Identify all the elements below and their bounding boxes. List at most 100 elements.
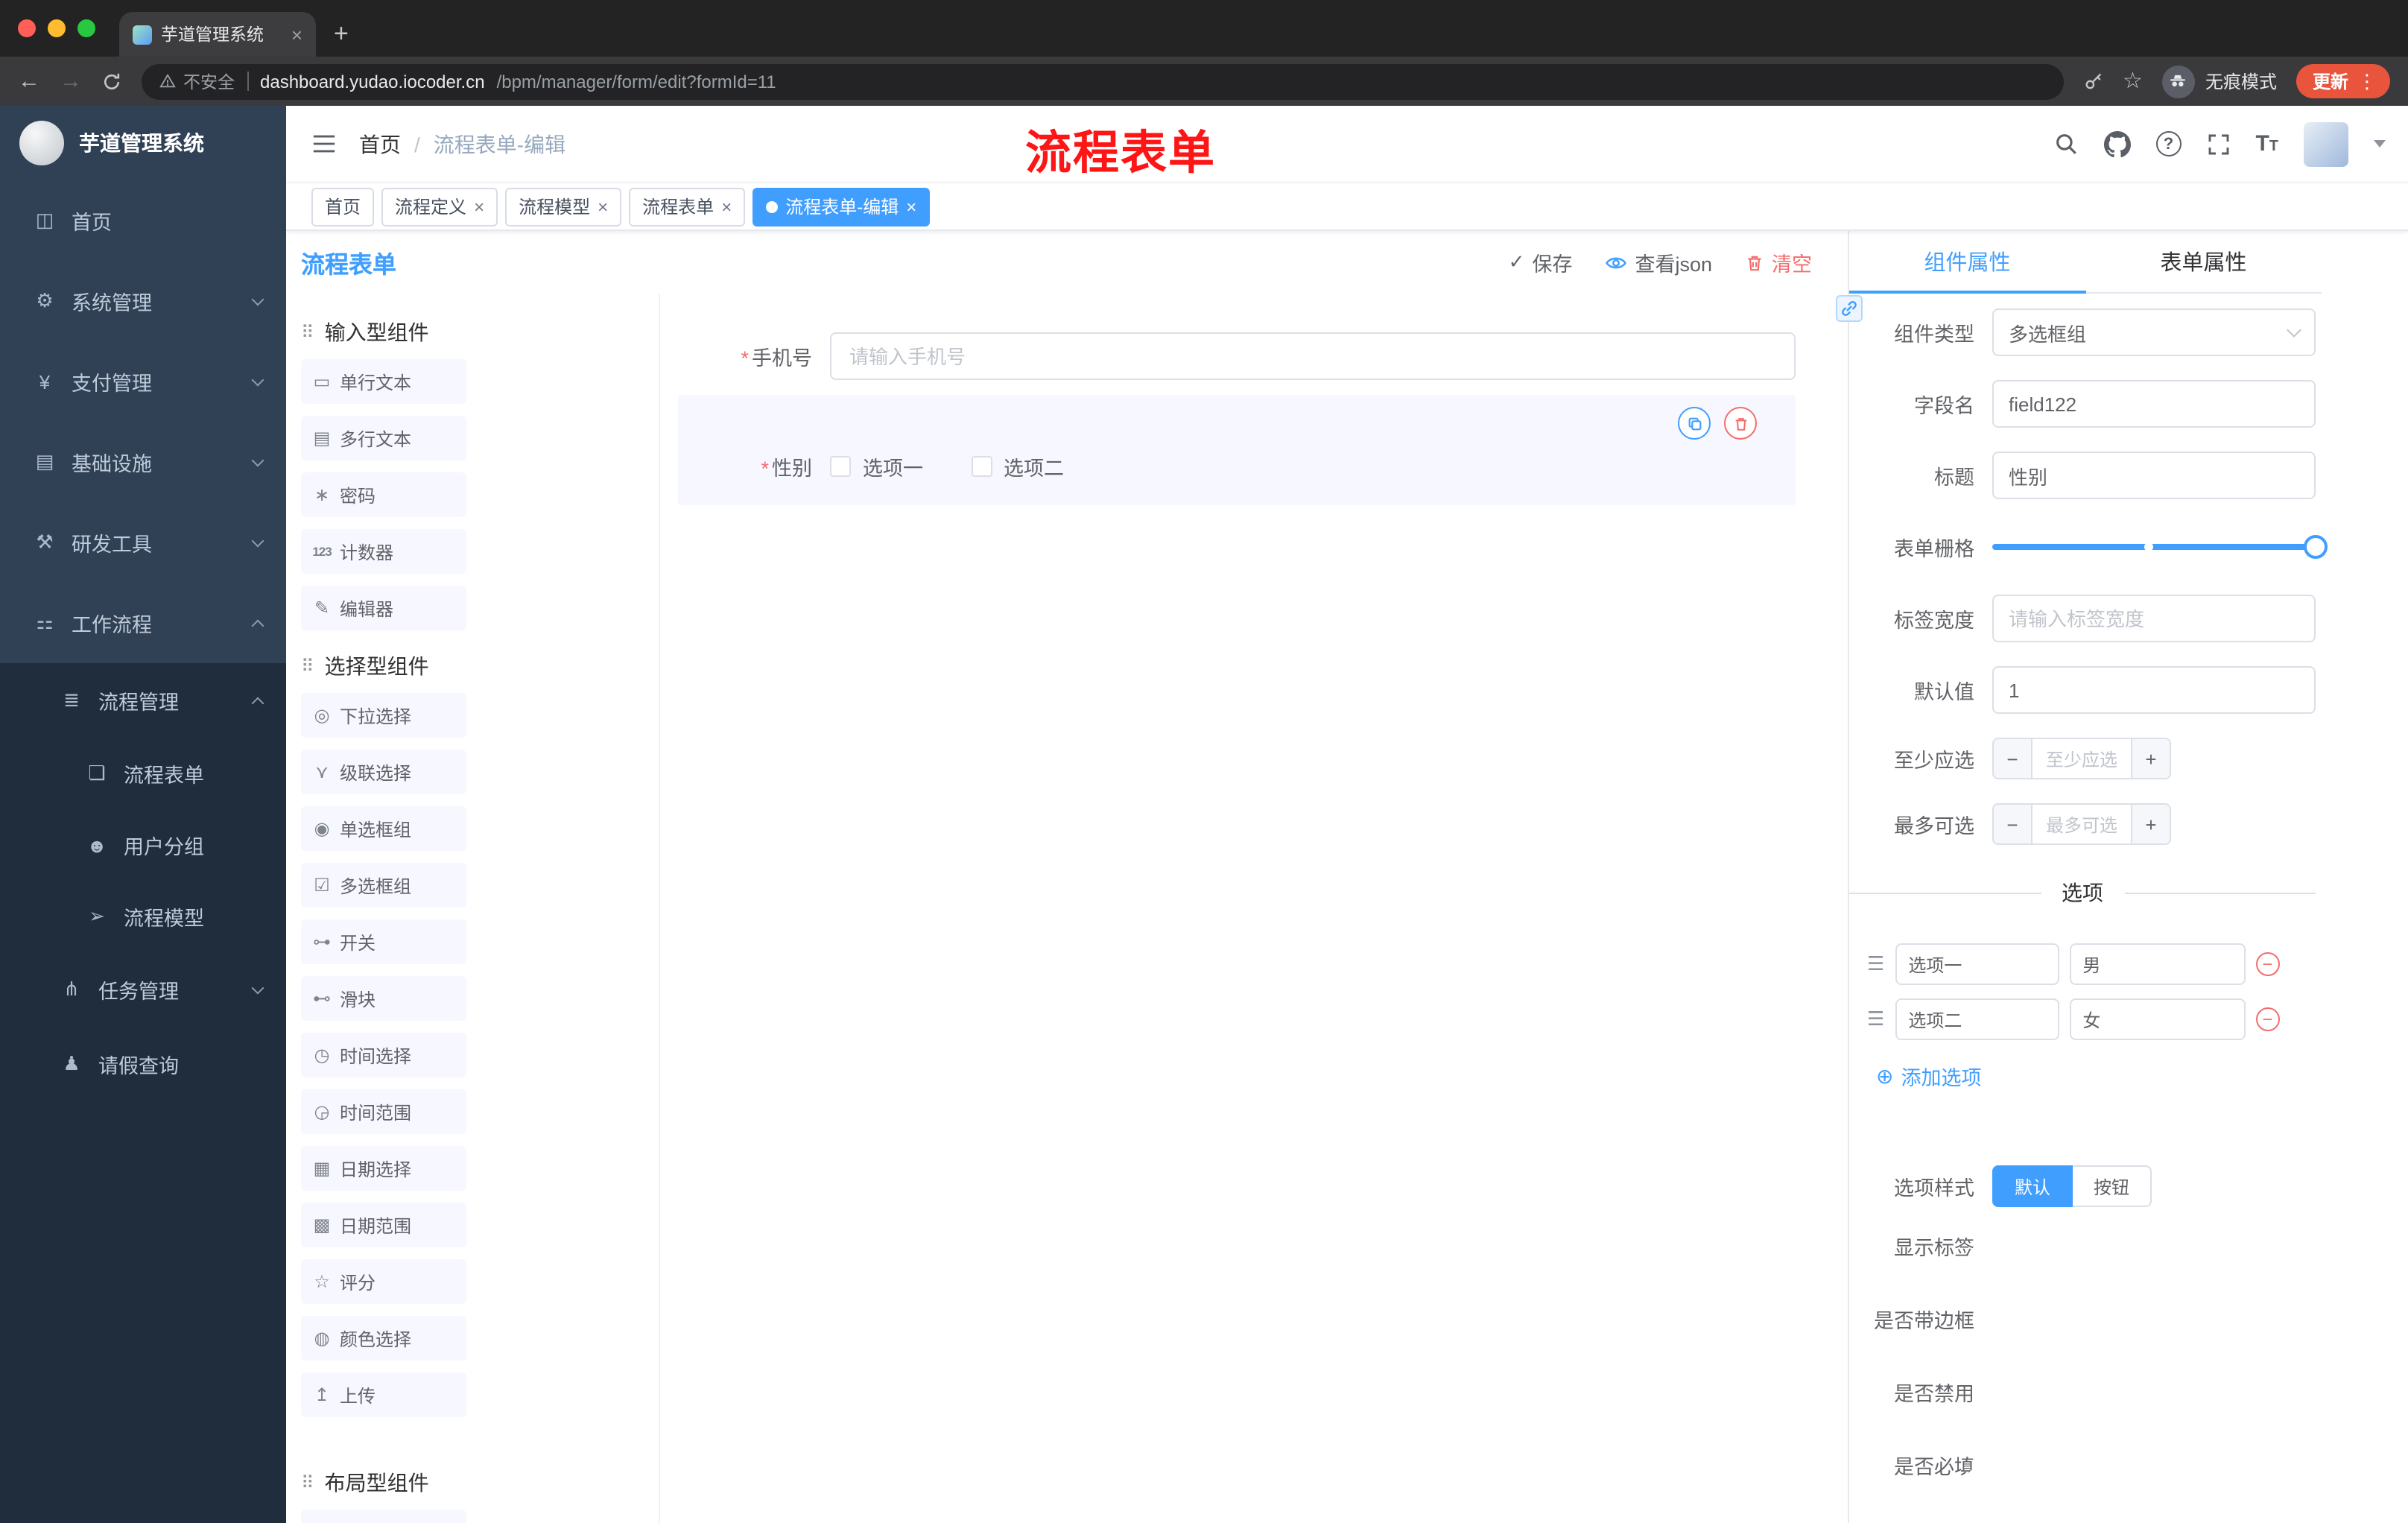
sidebar-item-system-management[interactable]: ⚙ 系统管理 — [0, 261, 286, 341]
option-label-input[interactable] — [1895, 998, 2059, 1040]
delete-component-button[interactable] — [1724, 407, 1757, 440]
checkbox-icon[interactable] — [830, 456, 851, 477]
sidebar-item-devtools[interactable]: ⚒ 研发工具 — [0, 502, 286, 583]
tag-process-definition[interactable]: 流程定义 × — [381, 187, 498, 226]
address-bar[interactable]: 不安全 dashboard.yudao.iocoder.cn /bpm/mana… — [142, 63, 2064, 99]
slider-track[interactable] — [1992, 535, 2328, 559]
component-type-select[interactable]: 多选框组 — [1992, 308, 2316, 356]
sidebar-item-process-model[interactable]: ➢ 流程模型 — [0, 881, 286, 952]
palette-item-checkbox-group[interactable]: ☑ 多选框组 — [301, 863, 466, 908]
back-icon[interactable]: ← — [18, 70, 40, 92]
minimize-window-button[interactable] — [48, 19, 66, 37]
sidebar-item-workflow[interactable]: ⚏ 工作流程 — [0, 583, 286, 663]
github-icon[interactable] — [2103, 130, 2131, 157]
sidebar-item-payment-management[interactable]: ¥ 支付管理 — [0, 341, 286, 422]
decrease-button[interactable]: − — [1994, 739, 2032, 778]
clear-button[interactable]: 清空 — [1745, 247, 1812, 277]
palette-item-slider[interactable]: ⊷ 滑块 — [301, 976, 466, 1021]
browser-update-button[interactable]: 更新 ⋮ — [2295, 64, 2390, 98]
checkbox-icon[interactable] — [971, 456, 992, 477]
close-icon[interactable]: × — [906, 197, 916, 215]
breadcrumb-home[interactable]: 首页 — [359, 129, 401, 159]
option-value-input[interactable] — [2069, 943, 2246, 985]
palette-item-multi-line-text[interactable]: ▤ 多行文本 — [301, 416, 466, 460]
sidebar-collapse-icon[interactable] — [311, 133, 337, 155]
add-option-button[interactable]: ⊕ 添加选项 — [1876, 1061, 2316, 1091]
help-icon[interactable]: ? — [2155, 131, 2182, 156]
max-select-value[interactable]: 最多可选 — [2032, 805, 2131, 843]
tag-process-form[interactable]: 流程表单 × — [629, 187, 746, 226]
grid-slider[interactable] — [1992, 523, 2328, 571]
increase-button[interactable]: + — [2131, 739, 2170, 778]
palette-item-time-picker[interactable]: ◷ 时间选择 — [301, 1033, 466, 1077]
sidebar-item-home[interactable]: ◫ 首页 — [0, 180, 286, 261]
palette-item-editor[interactable]: ✎ 编辑器 — [301, 586, 466, 630]
drag-handle-icon[interactable]: ☰ — [1867, 952, 1884, 976]
save-button[interactable]: ✓ 保存 — [1509, 247, 1573, 277]
link-icon[interactable] — [1836, 295, 1863, 322]
tab-close-icon[interactable]: × — [291, 23, 302, 45]
palette-item-single-line-text[interactable]: ▭ 单行文本 — [301, 359, 466, 404]
palette-item-cascader[interactable]: ⋎ 级联选择 — [301, 750, 466, 794]
checkbox-option-2[interactable]: 选项二 — [971, 452, 1064, 481]
tag-process-form-edit[interactable]: 流程表单-编辑 × — [752, 187, 931, 226]
palette-item-counter[interactable]: 123 计数器 — [301, 529, 466, 574]
style-button-button[interactable]: 按钮 — [2073, 1165, 2152, 1207]
style-default-button[interactable]: 默认 — [1992, 1165, 2073, 1207]
avatar-caret-icon[interactable] — [2374, 140, 2386, 148]
incognito-indicator[interactable]: 无痕模式 — [2161, 65, 2277, 98]
sidebar-item-infrastructure[interactable]: ▤ 基础设施 — [0, 422, 286, 502]
palette-item-select[interactable]: ◎ 下拉选择 — [301, 693, 466, 738]
security-warning[interactable]: 不安全 — [159, 69, 235, 93]
remove-option-button[interactable]: − — [2255, 952, 2280, 976]
palette-item-time-range[interactable]: ◶ 时间范围 — [301, 1089, 466, 1134]
avatar[interactable] — [2304, 121, 2348, 166]
remove-option-button[interactable]: − — [2255, 1007, 2280, 1031]
palette-item-switch[interactable]: ⊶ 开关 — [301, 919, 466, 964]
sidebar-item-leave-query[interactable]: ♟ 请假查询 — [0, 1027, 286, 1101]
palette-item-radio-group[interactable]: ◉ 单选框组 — [301, 806, 466, 851]
close-icon[interactable]: × — [598, 197, 608, 215]
increase-button[interactable]: + — [2131, 805, 2170, 843]
phone-input[interactable] — [830, 332, 1796, 380]
fullscreen-icon[interactable] — [2206, 132, 2230, 156]
bookmark-star-icon[interactable]: ☆ — [2123, 70, 2143, 92]
zoom-window-button[interactable] — [77, 19, 95, 37]
palette-item-date-range[interactable]: ▩ 日期范围 — [301, 1203, 466, 1247]
browser-tab[interactable]: 芋道管理系统 × — [119, 12, 316, 57]
slider-handle[interactable] — [2304, 535, 2328, 559]
palette-item-color-picker[interactable]: ◍ 颜色选择 — [301, 1316, 466, 1361]
tag-process-model[interactable]: 流程模型 × — [505, 187, 622, 226]
sidebar-logo[interactable]: 芋道管理系统 — [0, 106, 286, 180]
forward-icon[interactable]: → — [60, 70, 82, 92]
password-key-icon[interactable] — [2082, 71, 2103, 92]
palette-item-upload[interactable]: ↥ 上传 — [301, 1372, 466, 1417]
search-icon[interactable] — [2053, 131, 2078, 156]
sidebar-item-process-management[interactable]: ≣ 流程管理 — [0, 663, 286, 738]
min-select-value[interactable]: 至少应选 — [2032, 739, 2131, 778]
checkbox-option-1[interactable]: 选项一 — [830, 452, 923, 481]
title-input[interactable] — [1992, 452, 2316, 499]
palette-item-date-picker[interactable]: ▦ 日期选择 — [301, 1146, 466, 1191]
palette-item-password[interactable]: ∗ 密码 — [301, 472, 466, 517]
tag-home[interactable]: 首页 — [311, 187, 375, 226]
reload-icon[interactable] — [101, 71, 122, 92]
browser-menu-icon[interactable]: ⋮ — [2357, 69, 2377, 93]
form-canvas[interactable]: * 手机号 请输入手机号 * 性别 选项一 选项二 — [660, 294, 1848, 1523]
new-tab-button[interactable]: + — [334, 21, 349, 46]
drag-handle-icon[interactable]: ☰ — [1867, 1007, 1884, 1031]
sidebar-item-task-management[interactable]: ⋔ 任务管理 — [0, 952, 286, 1027]
font-size-icon[interactable]: TT — [2255, 131, 2278, 156]
sidebar-item-user-group[interactable]: ☻ 用户分组 — [0, 809, 286, 881]
canvas-phone-field[interactable]: * 手机号 — [678, 332, 1796, 380]
canvas-gender-field-selected[interactable]: * 性别 选项一 选项二 — [678, 395, 1796, 505]
palette-item-row-container[interactable]: ▢行容器 — [301, 1510, 466, 1523]
option-label-input[interactable] — [1895, 943, 2059, 985]
field-name-input[interactable] — [1992, 380, 2316, 428]
copy-component-button[interactable] — [1678, 407, 1711, 440]
default-value-input[interactable] — [1992, 666, 2316, 714]
view-json-button[interactable]: 查看json — [1605, 247, 1712, 277]
close-icon[interactable]: × — [721, 197, 732, 215]
close-window-button[interactable] — [18, 19, 36, 37]
decrease-button[interactable]: − — [1994, 805, 2032, 843]
